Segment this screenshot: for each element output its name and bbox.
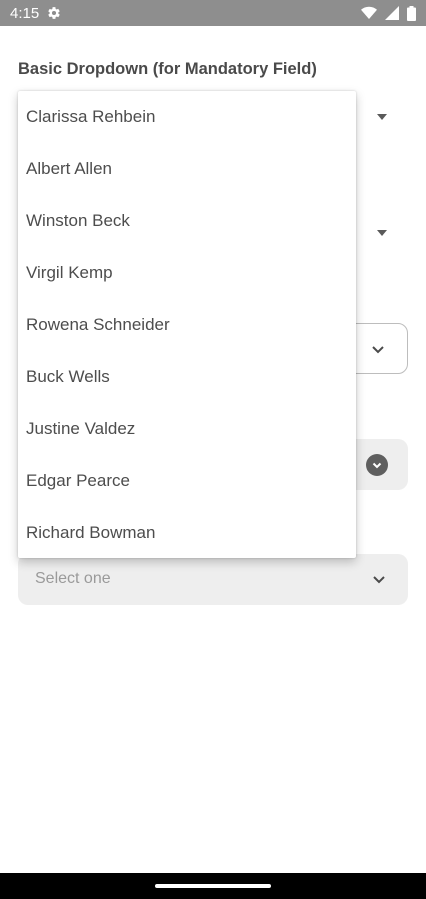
chevron-down-icon	[372, 572, 386, 586]
navigation-bar	[0, 873, 426, 899]
dropdown-2-arrow-icon[interactable]	[377, 230, 387, 236]
battery-icon	[407, 5, 416, 21]
screen: 4:15 Basic Dropdown (for Mandatory Field…	[0, 0, 426, 899]
status-bar: 4:15	[0, 0, 426, 26]
home-handle[interactable]	[155, 884, 271, 888]
gear-icon	[47, 6, 61, 20]
chevron-down-icon	[371, 342, 385, 356]
menu-item[interactable]: Buck Wells	[18, 351, 356, 403]
signal-icon	[385, 6, 399, 20]
menu-item[interactable]: Albert Allen	[18, 143, 356, 195]
menu-item[interactable]: Virgil Kemp	[18, 247, 356, 299]
chevron-circle-down-icon	[366, 454, 388, 476]
menu-item[interactable]: Winston Beck	[18, 195, 356, 247]
menu-item[interactable]: Justine Valdez	[18, 403, 356, 455]
status-icons	[361, 5, 416, 21]
select-placeholder: Select one	[35, 570, 111, 587]
menu-item[interactable]: Rowena Schneider	[18, 299, 356, 351]
section-title: Basic Dropdown (for Mandatory Field)	[18, 60, 317, 78]
menu-item[interactable]: Clarissa Rehbein	[18, 91, 356, 143]
dropdown-1-arrow-icon[interactable]	[377, 114, 387, 120]
dropdown-menu: Clarissa Rehbein Albert Allen Winston Be…	[18, 91, 356, 558]
select-one-dropdown[interactable]: Select one	[18, 554, 408, 605]
wifi-icon	[361, 6, 377, 20]
menu-item[interactable]: Richard Bowman	[18, 507, 356, 559]
status-time: 4:15	[10, 4, 40, 22]
menu-item[interactable]: Edgar Pearce	[18, 455, 356, 507]
